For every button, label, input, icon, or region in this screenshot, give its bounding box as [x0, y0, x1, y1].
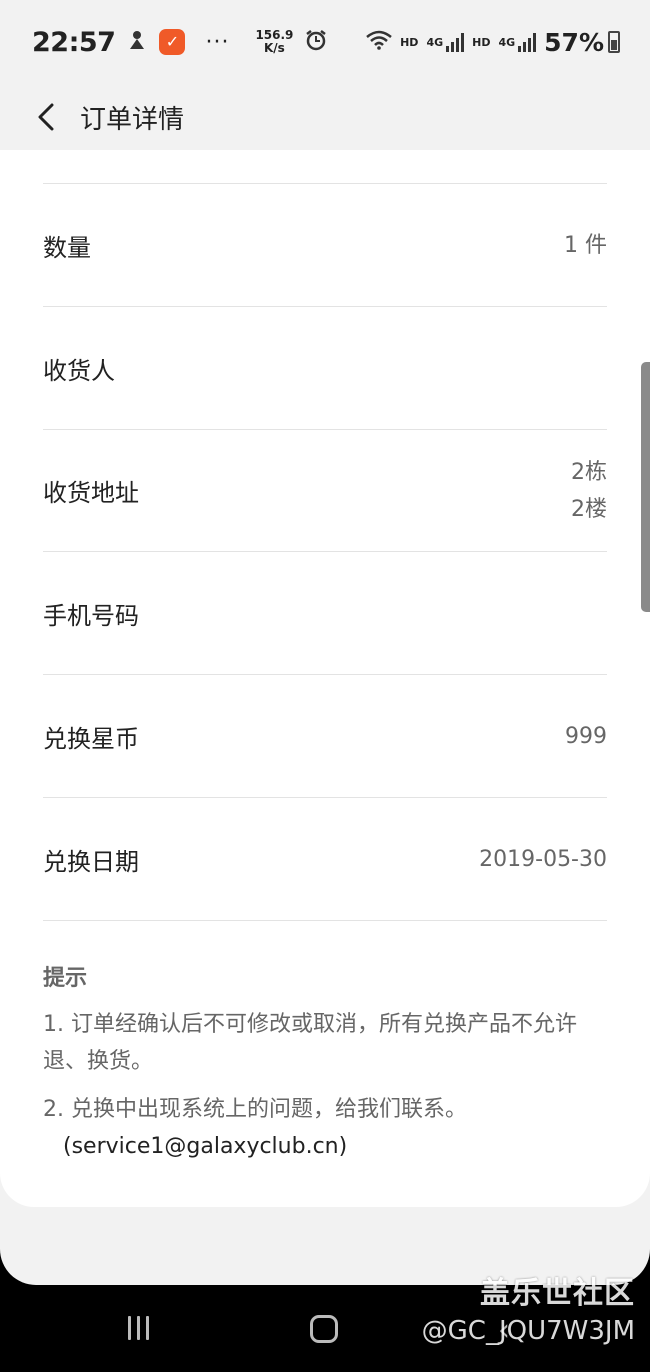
partial-row-top — [43, 150, 607, 184]
row-receiver: 收货人 — [43, 307, 607, 430]
signal-strength-icon-2 — [518, 32, 537, 52]
wifi-icon — [366, 30, 392, 55]
network-speed-unit: K/s — [264, 41, 285, 55]
scroll-handle[interactable] — [641, 362, 650, 612]
network-speed: 156.9 K/s — [255, 29, 293, 55]
address-line-1: 2栋 — [571, 459, 607, 485]
row-stars: 兑换星币 999 — [43, 675, 607, 798]
tip-item: 2. 兑换中出现系统上的问题，给我们联系。 (service1@galaxycl… — [43, 1091, 607, 1165]
hd-label-1: HD — [400, 35, 419, 49]
chevron-left-icon — [38, 103, 54, 131]
recent-apps-button[interactable] — [128, 1316, 149, 1340]
row-value: 2019-05-30 — [479, 846, 607, 872]
row-label: 收货人 — [43, 356, 115, 385]
tip-item: 1. 订单经确认后不可修改或取消，所有兑换产品不允许退、换货。 — [43, 1012, 577, 1074]
home-button[interactable] — [310, 1315, 338, 1343]
row-address: 收货地址 2栋 2楼 — [43, 430, 607, 552]
page-title: 订单详情 — [80, 104, 185, 135]
app-notification-icon: ✓ — [159, 29, 186, 55]
row-label: 兑换日期 — [43, 847, 139, 876]
watermark-user: @GC_JQU7W3JM — [421, 1316, 635, 1346]
row-value: 2栋 2楼 — [571, 454, 607, 528]
network-speed-value: 156.9 — [255, 28, 294, 42]
row-label: 收货地址 — [43, 479, 139, 507]
page-header: 订单详情 — [0, 84, 650, 150]
back-button[interactable] — [14, 92, 78, 142]
row-quantity: 数量 1 件 — [43, 184, 607, 307]
status-bar: 22:57 ✓ ··· 156.9 K/s HD 4G HD 4G 57% — [0, 0, 650, 84]
tips-section: 提示 1. 订单经确认后不可修改或取消，所有兑换产品不允许退、换货。 2. 兑换… — [43, 960, 607, 1176]
row-label: 手机号码 — [43, 601, 139, 630]
row-value: 1 件 — [564, 232, 607, 258]
row-label: 兑换星币 — [43, 724, 139, 753]
order-detail-card: 数量 1 件 收货人 收货地址 2栋 2楼 手机号码 兑换星币 999 兑换日期… — [0, 150, 650, 1207]
tip-text: 2. 兑换中出现系统上的问题，给我们联系。 — [43, 1097, 467, 1122]
alarm-icon — [305, 29, 327, 56]
notification-icon — [127, 29, 147, 56]
row-label: 数量 — [43, 233, 91, 262]
network-label-2: 4G — [498, 35, 516, 49]
signal-strength-icon-1 — [446, 32, 465, 52]
app-screen: 22:57 ✓ ··· 156.9 K/s HD 4G HD 4G 57% 订单… — [0, 0, 650, 1285]
network-label-1: 4G — [426, 35, 444, 49]
watermark-site: 盖乐世社区 — [480, 1276, 635, 1311]
battery-icon — [608, 31, 620, 53]
more-notifications-icon: ··· — [205, 29, 230, 55]
status-time: 22:57 — [32, 26, 116, 58]
address-line-2: 2楼 — [571, 496, 607, 522]
row-phone: 手机号码 — [43, 552, 607, 675]
status-right-group: HD 4G HD 4G 57% — [354, 28, 620, 57]
hd-label-2: HD — [472, 35, 491, 49]
row-value: 999 — [565, 723, 607, 749]
battery-percent: 57% — [544, 27, 604, 57]
tips-title: 提示 — [43, 966, 88, 991]
row-date: 兑换日期 2019-05-30 — [43, 798, 607, 921]
support-email-link[interactable]: (service1@galaxyclub.cn) — [43, 1134, 347, 1159]
